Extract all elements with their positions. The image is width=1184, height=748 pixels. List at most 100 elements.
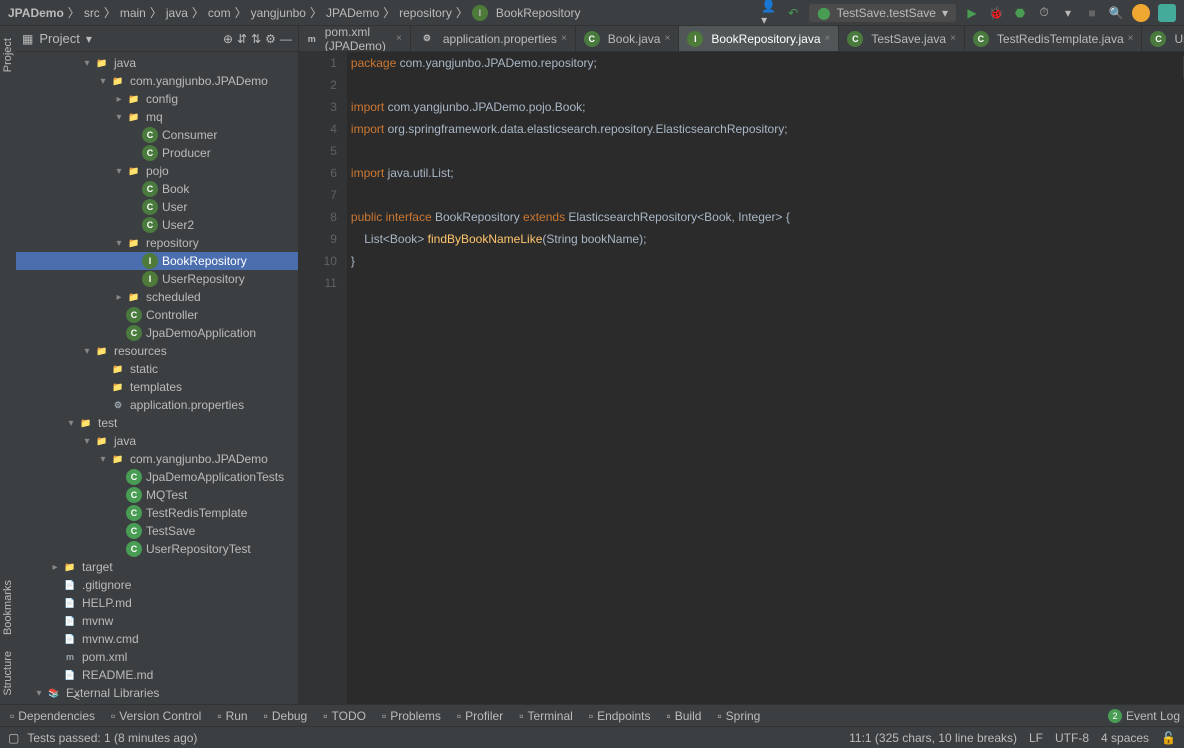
back-icon[interactable]: ↶ xyxy=(785,5,801,21)
tree-chevron[interactable]: ▾ xyxy=(80,346,94,357)
close-icon[interactable]: × xyxy=(950,33,956,44)
close-icon[interactable]: × xyxy=(825,33,831,44)
tree-item[interactable]: CTestRedisTemplate xyxy=(16,504,298,522)
profile-icon[interactable]: ⏱ xyxy=(1036,5,1052,21)
tree-item[interactable]: CUserRepositoryTest xyxy=(16,540,298,558)
tree-item[interactable]: CProducer xyxy=(16,144,298,162)
code-line[interactable] xyxy=(351,74,1184,96)
close-icon[interactable]: × xyxy=(1128,33,1134,44)
tree-item[interactable]: CMQTest xyxy=(16,486,298,504)
bottom-tab[interactable]: ▫Debug xyxy=(258,709,314,723)
tree-chevron[interactable]: ▾ xyxy=(112,238,126,249)
bottom-tab[interactable]: ▫Version Control xyxy=(105,709,207,723)
code-line[interactable] xyxy=(351,184,1184,206)
editor-tab[interactable]: ⚙application.properties× xyxy=(411,26,576,51)
tree-chevron[interactable]: ▾ xyxy=(96,76,110,87)
tree-chevron[interactable]: ▾ xyxy=(96,454,110,465)
stop-icon[interactable]: ■ xyxy=(1084,5,1100,21)
bottom-tab[interactable]: ▫TODO xyxy=(317,709,372,723)
tree-item[interactable]: ▸📁config xyxy=(16,90,298,108)
tree-chevron[interactable]: ▾ xyxy=(64,418,78,429)
event-log-button[interactable]: 2 Event Log xyxy=(1108,709,1180,723)
tree-item[interactable]: ▾📁repository xyxy=(16,234,298,252)
collapse-icon[interactable]: ⇅ xyxy=(251,32,261,46)
status-item[interactable]: 11:1 (325 chars, 10 line breaks) xyxy=(849,731,1017,745)
status-item[interactable]: 4 spaces xyxy=(1101,731,1149,745)
tree-chevron[interactable]: ▾ xyxy=(112,112,126,123)
tree-item[interactable]: ▸📁< 1.8 > /Library/Java/JavaVirtualMachi… xyxy=(16,702,298,704)
breadcrumb-item[interactable]: com xyxy=(208,6,231,20)
breadcrumb-item[interactable]: yangjunbo xyxy=(251,6,306,20)
status-item[interactable]: LF xyxy=(1029,731,1043,745)
tree-item[interactable]: 📄.gitignore xyxy=(16,576,298,594)
tree-item[interactable]: 📄mvnw.cmd xyxy=(16,630,298,648)
code-editor[interactable]: 1234567891011 ⚠ 1 ˄ ˅ package com.yangju… xyxy=(299,52,1184,704)
tree-item[interactable]: 📁static xyxy=(16,360,298,378)
tree-item[interactable]: CUser xyxy=(16,198,298,216)
editor-tab[interactable]: CTestSave.java× xyxy=(839,26,965,51)
breadcrumb-item[interactable]: JPADemo xyxy=(8,6,64,20)
code-line[interactable]: } xyxy=(351,250,1184,272)
close-icon[interactable]: × xyxy=(664,33,670,44)
tree-item[interactable]: ▾📁mq xyxy=(16,108,298,126)
breadcrumb-item[interactable]: main xyxy=(120,6,146,20)
tree-item[interactable]: CJpaDemoApplicationTests xyxy=(16,468,298,486)
tree-item[interactable]: IUserRepository xyxy=(16,270,298,288)
bottom-tab[interactable]: ▫Dependencies xyxy=(4,709,101,723)
breadcrumb-item[interactable]: src xyxy=(84,6,100,20)
editor-tab[interactable]: CTestRedisTemplate.java× xyxy=(965,26,1143,51)
tree-item[interactable]: ▾📚External Libraries xyxy=(16,684,298,702)
tree-item[interactable]: CUser2 xyxy=(16,216,298,234)
bottom-tab[interactable]: ▫Problems xyxy=(376,709,447,723)
gear-icon[interactable]: ⚙ xyxy=(265,32,276,46)
close-icon[interactable]: × xyxy=(396,33,402,44)
tree-chevron[interactable]: ▾ xyxy=(80,436,94,447)
left-tab-bookmarks[interactable]: Bookmarks xyxy=(0,572,16,643)
bottom-tab[interactable]: ▫Build xyxy=(660,709,707,723)
code-line[interactable]: package com.yangjunbo.JPADemo.repository… xyxy=(351,52,1184,74)
chevron-down-icon[interactable]: ▾ xyxy=(86,32,92,46)
tree-item[interactable]: ▾📁java xyxy=(16,54,298,72)
search-icon[interactable]: 🔍 xyxy=(1108,5,1124,21)
editor-tab[interactable]: IBookRepository.java× xyxy=(679,26,839,51)
ide-icon[interactable] xyxy=(1158,4,1176,22)
breadcrumb-item[interactable]: java xyxy=(166,6,188,20)
hide-icon[interactable]: — xyxy=(280,32,292,46)
lock-icon[interactable]: 🔓 xyxy=(1161,731,1176,745)
code-line[interactable]: import java.util.List; xyxy=(351,162,1184,184)
tree-item[interactable]: CTestSave xyxy=(16,522,298,540)
tree-item[interactable]: ▾📁java xyxy=(16,432,298,450)
code-line[interactable]: public interface BookRepository extends … xyxy=(351,206,1184,228)
run-config-selector[interactable]: ⬤ TestSave.testSave ▾ xyxy=(809,4,956,22)
editor-tab[interactable]: CUser× xyxy=(1142,26,1184,51)
tree-item[interactable]: 📄mvnw xyxy=(16,612,298,630)
tree-item[interactable]: 📄README.md xyxy=(16,666,298,684)
editor-tab[interactable]: mpom.xml (JPADemo)× xyxy=(299,26,411,51)
tree-item[interactable]: ▾📁com.yangjunbo.JPADemo xyxy=(16,72,298,90)
close-icon[interactable]: × xyxy=(561,33,567,44)
bottom-tab[interactable]: ▫Spring xyxy=(711,709,766,723)
debug-icon[interactable]: 🐞 xyxy=(988,5,1004,21)
tree-item[interactable]: mpom.xml xyxy=(16,648,298,666)
tree-item[interactable]: ▸📁target xyxy=(16,558,298,576)
code-line[interactable] xyxy=(351,140,1184,162)
coverage-icon[interactable]: ⬣ xyxy=(1012,5,1028,21)
tool-window-icon[interactable]: ▢ xyxy=(8,731,19,745)
bottom-tab[interactable]: ▫Profiler xyxy=(451,709,509,723)
status-item[interactable]: UTF-8 xyxy=(1055,731,1089,745)
bottom-tab[interactable]: ▫Terminal xyxy=(513,709,579,723)
tree-item[interactable]: CJpaDemoApplication xyxy=(16,324,298,342)
code-line[interactable] xyxy=(351,272,1184,294)
tree-item[interactable]: 📄HELP.md xyxy=(16,594,298,612)
editor-tab[interactable]: CBook.java× xyxy=(576,26,680,51)
tree-item[interactable]: CBook xyxy=(16,180,298,198)
breadcrumb-item[interactable]: repository xyxy=(399,6,452,20)
code-content[interactable]: ⚠ 1 ˄ ˅ package com.yangjunbo.JPADemo.re… xyxy=(347,52,1184,704)
tree-item[interactable]: CController xyxy=(16,306,298,324)
tree-chevron[interactable]: ▸ xyxy=(112,94,126,105)
tree-item[interactable]: ▾📁com.yangjunbo.JPADemo xyxy=(16,450,298,468)
tree-item[interactable]: ⚙application.properties xyxy=(16,396,298,414)
bottom-tab[interactable]: ▫Endpoints xyxy=(583,709,657,723)
tree-item[interactable]: IBookRepository xyxy=(16,252,298,270)
breadcrumb-item[interactable]: BookRepository xyxy=(496,6,581,20)
